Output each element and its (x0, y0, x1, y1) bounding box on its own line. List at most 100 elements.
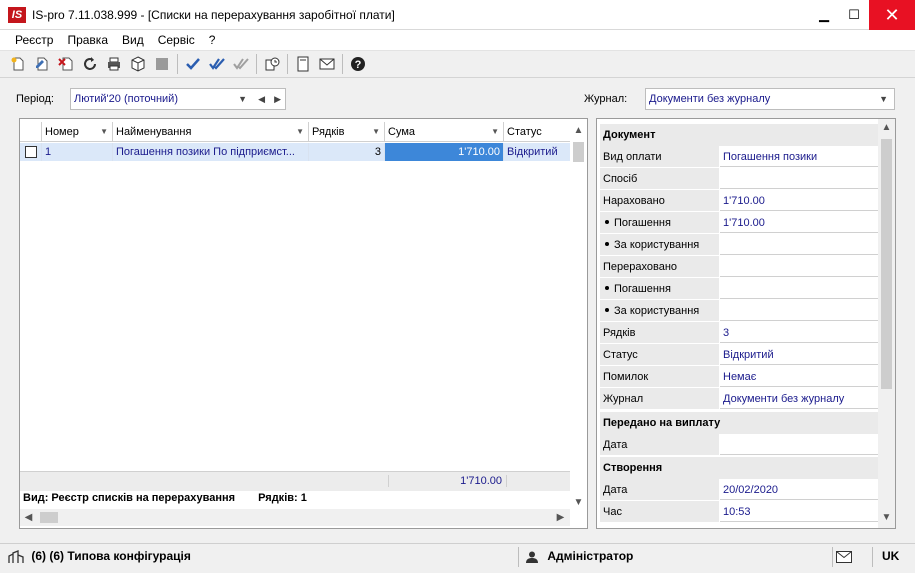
next-period-icon[interactable]: ▶ (274, 89, 281, 109)
sort-arrow-icon[interactable]: ▼ (372, 122, 380, 142)
disabled-icon (150, 52, 174, 76)
language-indicator[interactable]: UK (882, 544, 899, 568)
refresh-icon[interactable] (78, 52, 102, 76)
prop-created-date[interactable]: Дата 20/02/2020 (600, 479, 878, 501)
cell-name[interactable]: Погашення позики По підприємст... (113, 143, 309, 161)
double-check-icon[interactable] (205, 52, 229, 76)
grid-horizontal-scrollbar[interactable]: ◀ ▶ (20, 509, 570, 526)
scroll-down-icon[interactable]: ▼ (570, 494, 587, 511)
column-header-name[interactable]: Найменування ▼ (113, 122, 309, 142)
prop-value[interactable] (720, 278, 878, 299)
prop-created-time[interactable]: Час 10:53 (600, 501, 878, 523)
bullet-icon (605, 220, 609, 225)
clock-icon[interactable] (260, 52, 284, 76)
prop-accrued-usage[interactable]: За користування (600, 234, 878, 256)
help-icon[interactable]: ? (346, 52, 370, 76)
prop-method[interactable]: Спосіб (600, 168, 878, 190)
journal-select[interactable]: Документи без журналу ▼ (645, 88, 895, 110)
menu-edit[interactable]: Правка (60, 30, 115, 50)
delete-doc-icon[interactable] (54, 52, 78, 76)
cell-sum[interactable]: 1'710.00 (385, 143, 504, 161)
chevron-down-icon[interactable]: ▼ (879, 89, 888, 109)
scroll-up-icon[interactable]: ▲ (878, 119, 895, 136)
menu-help[interactable]: ? (202, 30, 223, 50)
document-icon[interactable] (291, 52, 315, 76)
period-label: Період: (16, 93, 54, 105)
mail-icon[interactable] (315, 52, 339, 76)
prop-rows[interactable]: Рядків 3 (600, 322, 878, 344)
prop-value[interactable]: 20/02/2020 (720, 479, 878, 500)
prop-value[interactable]: 3 (720, 322, 878, 343)
scroll-down-icon[interactable]: ▼ (878, 509, 895, 526)
checkbox-icon[interactable] (24, 146, 37, 158)
prop-transferred[interactable]: Перераховано (600, 256, 878, 278)
grid-footer-totals: 1'710.00 (20, 471, 570, 491)
prop-transferred-repayment[interactable]: Погашення (600, 278, 878, 300)
scroll-up-icon[interactable]: ▲ (570, 122, 587, 139)
prop-value[interactable]: Документи без журналу (720, 388, 878, 409)
prop-value[interactable]: 1'710.00 (720, 190, 878, 211)
bullet-icon (605, 308, 609, 313)
edit-doc-icon[interactable] (30, 52, 54, 76)
menu-service[interactable]: Сервіс (151, 30, 202, 50)
scroll-thumb[interactable] (40, 512, 58, 523)
prop-value[interactable] (720, 234, 878, 255)
package-icon[interactable] (126, 52, 150, 76)
column-label: Найменування (116, 126, 192, 138)
prop-accrued[interactable]: Нараховано 1'710.00 (600, 190, 878, 212)
scroll-thumb[interactable] (573, 142, 584, 162)
prop-value[interactable] (720, 168, 878, 189)
prop-accrued-repayment[interactable]: Погашення 1'710.00 (600, 212, 878, 234)
check-icon[interactable] (181, 52, 205, 76)
prop-value[interactable]: 1'710.00 (720, 212, 878, 233)
cell-status[interactable]: Відкритий (504, 143, 570, 161)
status-separator (872, 547, 873, 567)
table-row[interactable]: 1 Погашення позики По підприємст... 3 1'… (20, 143, 570, 161)
grid-vertical-scrollbar[interactable]: ▲ ▼ (570, 122, 587, 512)
panel-vertical-scrollbar[interactable]: ▲ ▼ (878, 119, 895, 528)
config-status[interactable]: (6) (6) Типова конфігурація (8, 544, 191, 568)
prop-payment-type[interactable]: Вид оплати Погашення позики (600, 146, 878, 168)
scroll-thumb[interactable] (881, 139, 892, 389)
prop-value[interactable]: Відкритий (720, 344, 878, 365)
prop-value[interactable] (720, 300, 878, 321)
row-checkbox[interactable] (20, 143, 42, 161)
column-header-status[interactable]: Статус (504, 122, 570, 142)
prop-value[interactable] (720, 256, 878, 277)
prop-key: Дата (600, 434, 720, 455)
section-payout: Передано на виплату (600, 412, 878, 434)
sort-arrow-icon[interactable]: ▼ (100, 122, 108, 142)
building-icon (8, 549, 24, 563)
minimize-button[interactable]: ▁ (809, 0, 839, 30)
prop-value[interactable]: Немає (720, 366, 878, 387)
prop-value[interactable]: 10:53 (720, 501, 878, 522)
prop-value[interactable]: Погашення позики (720, 146, 878, 167)
scroll-left-icon[interactable]: ◀ (20, 509, 37, 526)
cell-number[interactable]: 1 (42, 143, 113, 161)
prop-value[interactable] (720, 434, 878, 455)
period-select[interactable]: Лютий'20 (поточний) ▼ ◀ ▶ (70, 88, 286, 110)
prop-payout-date[interactable]: Дата (600, 434, 878, 456)
column-header-sum[interactable]: Сума ▼ (385, 122, 504, 142)
column-header-rows[interactable]: Рядків ▼ (309, 122, 385, 142)
prop-status[interactable]: Статус Відкритий (600, 344, 878, 366)
maximize-button[interactable]: ☐ (839, 0, 869, 30)
section-created: Створення (600, 457, 878, 479)
mail-status[interactable] (836, 544, 852, 568)
chevron-down-icon[interactable]: ▼ (238, 89, 247, 109)
prop-journal[interactable]: Журнал Документи без журналу (600, 388, 878, 410)
close-button[interactable]: ✕ (869, 0, 915, 30)
sort-arrow-icon[interactable]: ▼ (491, 122, 499, 142)
print-icon[interactable] (102, 52, 126, 76)
user-status[interactable]: Адміністратор (526, 544, 633, 568)
prop-transferred-usage[interactable]: За користування (600, 300, 878, 322)
cell-rows[interactable]: 3 (309, 143, 385, 161)
menu-view[interactable]: Вид (115, 30, 151, 50)
sort-arrow-icon[interactable]: ▼ (296, 122, 304, 142)
prop-errors[interactable]: Помилок Немає (600, 366, 878, 388)
new-doc-icon[interactable] (6, 52, 30, 76)
column-header-number[interactable]: Номер ▼ (42, 122, 113, 142)
scroll-right-icon[interactable]: ▶ (552, 509, 569, 526)
menu-registry[interactable]: Реєстр (8, 30, 60, 50)
prev-period-icon[interactable]: ◀ (258, 89, 265, 109)
